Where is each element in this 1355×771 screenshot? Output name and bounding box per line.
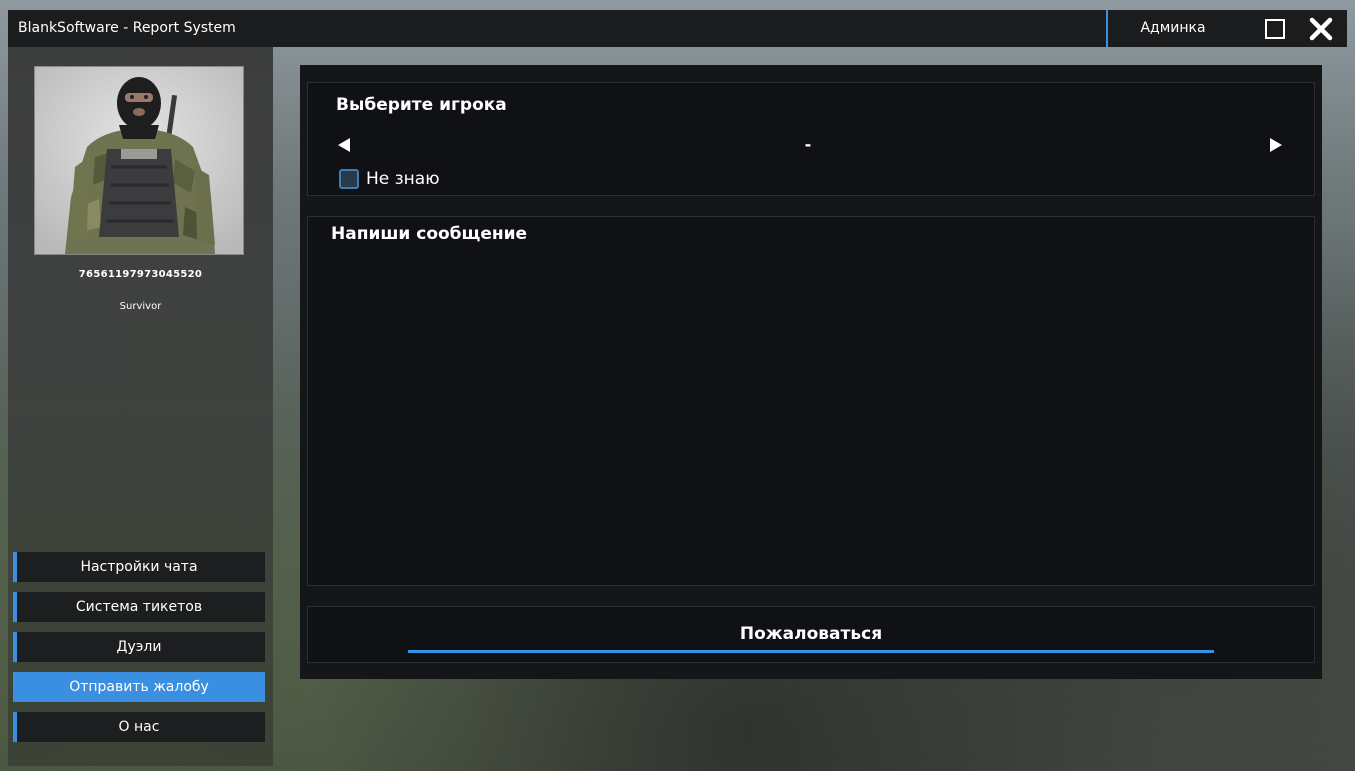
submit-underline: [408, 650, 1214, 653]
submit-section: Пожаловаться: [307, 606, 1315, 663]
dont-know-checkbox[interactable]: [339, 169, 359, 189]
maximize-icon: [1265, 19, 1285, 39]
sidebar-item-label: О нас: [118, 719, 160, 735]
player-steam-id: 76561197973045520: [78, 269, 203, 280]
close-icon: [1309, 17, 1333, 41]
sidebar-item-label: Система тикетов: [75, 599, 203, 615]
report-panel: Выберите игрока - Не знаю Напиши сообщен…: [300, 65, 1322, 679]
prev-player-button[interactable]: [334, 135, 354, 155]
sidebar-item-label: Отправить жалобу: [69, 679, 209, 695]
player-character-avatar: [35, 67, 243, 254]
sidebar-item-label: Дуэли: [116, 639, 162, 655]
dont-know-option[interactable]: Не знаю: [339, 169, 440, 189]
title-bar: BlankSoftware - Report System Админка: [8, 10, 1347, 47]
player-select-section: Выберите игрока - Не знаю: [307, 82, 1315, 196]
message-section: Напиши сообщение: [307, 216, 1315, 586]
app-title: BlankSoftware - Report System: [18, 20, 236, 36]
submit-report-button[interactable]: Пожаловаться: [408, 615, 1214, 653]
arrow-right-icon: [1270, 138, 1282, 152]
submit-report-label: Пожаловаться: [739, 624, 883, 644]
sidebar-item-send-report[interactable]: Отправить жалобу: [13, 672, 265, 702]
sidebar: 76561197973045520 Survivor Настройки чат…: [8, 47, 273, 766]
nav-accent: [13, 592, 17, 622]
maximize-button[interactable]: [1263, 17, 1287, 41]
sidebar-item-chat-settings[interactable]: Настройки чата: [13, 552, 265, 582]
nav-accent: [13, 712, 17, 742]
message-title: Напиши сообщение: [331, 224, 528, 244]
dont-know-label: Не знаю: [366, 169, 440, 189]
close-button[interactable]: [1308, 16, 1334, 42]
player-name: Survivor: [119, 301, 162, 312]
sidebar-item-about[interactable]: О нас: [13, 712, 265, 742]
nav-accent: [13, 632, 17, 662]
admin-panel-button[interactable]: Админка: [1108, 10, 1238, 47]
next-player-button[interactable]: [1266, 135, 1286, 155]
selected-player-value: -: [804, 135, 812, 154]
nav-accent: [13, 552, 17, 582]
arrow-left-icon: [338, 138, 350, 152]
message-input[interactable]: [314, 255, 1308, 579]
sidebar-item-label: Настройки чата: [80, 559, 198, 575]
player-select-title: Выберите игрока: [336, 95, 507, 115]
sidebar-item-ticket-system[interactable]: Система тикетов: [13, 592, 265, 622]
sidebar-item-duels[interactable]: Дуэли: [13, 632, 265, 662]
player-avatar: [34, 66, 244, 255]
